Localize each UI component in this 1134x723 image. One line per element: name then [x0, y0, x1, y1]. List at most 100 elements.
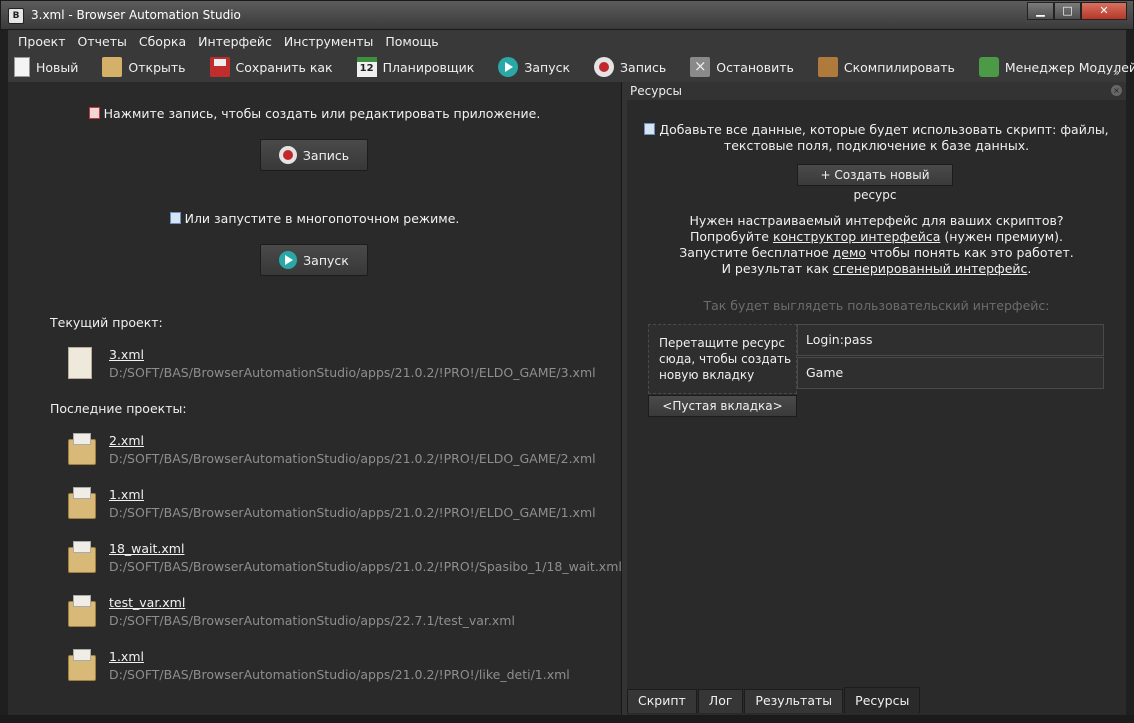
toolbar: Новый Открыть Сохранить как 12 Планировщ… [8, 52, 1134, 82]
project-path: D:/SOFT/BAS/BrowserAutomationStudio/apps… [109, 559, 622, 574]
menu-interface[interactable]: Интерфейс [192, 34, 278, 49]
record-icon [278, 146, 297, 164]
resources-intro: Добавьте все данные, которые будет испол… [627, 122, 1126, 154]
new-file-icon [14, 57, 30, 77]
record-hint-text: Нажмите запись, чтобы создать или редакт… [103, 106, 541, 121]
project-path: D:/SOFT/BAS/BrowserAutomationStudio/apps… [109, 365, 596, 380]
toolbar-overflow-button[interactable]: » [1113, 66, 1120, 79]
puzzle-icon [978, 57, 999, 77]
project-path: D:/SOFT/BAS/BrowserAutomationStudio/apps… [109, 505, 596, 520]
window-controls: ▁ □ ✕ [1027, 2, 1127, 20]
promo-line-2: Попробуйте конструктор интерфейса (нужен… [627, 229, 1126, 245]
folder-icon [68, 433, 96, 465]
play-icon [498, 57, 519, 77]
custom-ui-promo: Нужен настраиваемый интерфейс для ваших … [627, 213, 1126, 277]
project-name-link[interactable]: 1.xml [109, 487, 144, 502]
menu-reports[interactable]: Отчеты [72, 34, 133, 49]
promo-text: И результат как [721, 261, 833, 276]
panel-header: Ресурсы × [627, 82, 1126, 100]
title-bar: B 3.xml - Browser Automation Studio ▁ □ … [0, 0, 1134, 30]
app-icon: B [8, 8, 24, 24]
project-name-link[interactable]: 1.xml [109, 649, 144, 664]
tab-resources[interactable]: Ресурсы [844, 687, 921, 713]
empty-tab-button[interactable]: <Пустая вкладка> [648, 395, 797, 417]
play-icon [279, 251, 298, 269]
document-icon [68, 347, 92, 379]
compile-label: Скомпилировать [843, 59, 955, 75]
folder-icon [68, 595, 96, 627]
close-panel-icon[interactable]: × [1111, 85, 1122, 96]
menu-build[interactable]: Сборка [133, 34, 192, 49]
maximize-button[interactable]: □ [1054, 2, 1081, 20]
record-label: Запись [620, 59, 667, 75]
resource-drop-zone[interactable]: Перетащите ресурс сюда, чтобы создать но… [648, 324, 797, 394]
window-title: 3.xml - Browser Automation Studio [31, 8, 241, 22]
promo-line-4: И результат как сгенерированный интерфей… [627, 261, 1126, 277]
demo-link[interactable]: демо [833, 245, 866, 260]
project-name-link[interactable]: 2.xml [109, 433, 144, 448]
create-resource-button[interactable]: + Создать новый ресурс [797, 164, 953, 202]
resource-login-pass[interactable]: Login:pass [797, 324, 1104, 356]
promo-line-3: Запустите бесплатное демо чтобы понять к… [627, 245, 1126, 261]
stop-button[interactable]: × Остановить [690, 57, 794, 77]
scheduler-label: Планировщик [382, 59, 475, 75]
new-label: Новый [36, 59, 79, 75]
close-button[interactable]: ✕ [1081, 2, 1127, 20]
project-path: D:/SOFT/BAS/BrowserAutomationStudio/apps… [109, 613, 515, 628]
record-button[interactable]: Запись [594, 57, 666, 77]
menu-help[interactable]: Помощь [379, 34, 444, 49]
status-bar [0, 715, 1134, 723]
open-folder-icon [102, 57, 123, 77]
project-name-link[interactable]: 3.xml [109, 347, 144, 362]
save-as-label: Сохранить как [235, 59, 333, 75]
run-hint: Или запустите в многопоточном режиме. [8, 211, 621, 226]
save-as-button[interactable]: Сохранить как [209, 57, 333, 77]
floppy-disk-icon [209, 57, 230, 77]
promo-text: Запустите бесплатное [679, 245, 833, 260]
run-large-button[interactable]: Запуск [260, 244, 368, 276]
info-icon [169, 212, 181, 224]
info-icon [88, 107, 100, 119]
new-button[interactable]: Новый [14, 57, 78, 77]
info-icon [644, 123, 656, 135]
record-large-label: Запись [302, 147, 350, 163]
open-button[interactable]: Открыть [102, 57, 186, 77]
run-button[interactable]: Запуск [498, 57, 570, 77]
stop-label: Остановить [716, 59, 794, 75]
recent-projects-heading: Последние проекты: [50, 401, 187, 416]
compile-button[interactable]: Скомпилировать [817, 57, 955, 77]
record-icon [594, 57, 615, 77]
start-panel: Нажмите запись, чтобы создать или редакт… [8, 82, 622, 715]
resources-panel: Ресурсы × Добавьте все данные, которые б… [627, 82, 1126, 715]
project-path: D:/SOFT/BAS/BrowserAutomationStudio/apps… [109, 451, 596, 466]
module-manager-button[interactable]: Менеджер Модулей [978, 57, 1134, 77]
promo-text: чтобы понять как это работет. [866, 245, 1074, 260]
menu-tools[interactable]: Инструменты [278, 34, 379, 49]
tab-log[interactable]: Лог [697, 689, 744, 713]
run-label: Запуск [524, 59, 571, 75]
bottom-tabs: Скрипт Лог Результаты Ресурсы [627, 687, 1126, 713]
record-large-button[interactable]: Запись [260, 139, 368, 171]
generated-interface-link[interactable]: сгенерированный интерфейс [833, 261, 1028, 276]
current-project-heading: Текущий проект: [50, 315, 163, 330]
folder-icon [68, 649, 96, 681]
promo-text: (нужен премиум). [940, 229, 1063, 244]
promo-text: . [1027, 261, 1032, 276]
resource-game[interactable]: Game [797, 357, 1104, 389]
interface-constructor-link[interactable]: конструктор интерфейса [773, 229, 940, 244]
ui-preview-label: Так будет выглядеть пользовательский инт… [703, 298, 1050, 313]
tab-results[interactable]: Результаты [744, 689, 844, 713]
folder-icon [68, 541, 96, 573]
tab-script[interactable]: Скрипт [627, 689, 697, 713]
open-label: Открыть [128, 59, 186, 75]
project-name-link[interactable]: 18_wait.xml [109, 541, 184, 556]
panel-title: Ресурсы [630, 84, 683, 98]
project-name-link[interactable]: test_var.xml [109, 595, 185, 610]
folder-icon [68, 487, 96, 519]
promo-line-1: Нужен настраиваемый интерфейс для ваших … [689, 213, 1064, 228]
scheduler-button[interactable]: 12 Планировщик [356, 57, 475, 77]
menu-project[interactable]: Проект [12, 34, 72, 49]
minimize-button[interactable]: ▁ [1027, 2, 1054, 20]
project-path: D:/SOFT/BAS/BrowserAutomationStudio/apps… [109, 667, 570, 682]
run-hint-text: Или запустите в многопоточном режиме. [184, 211, 460, 226]
